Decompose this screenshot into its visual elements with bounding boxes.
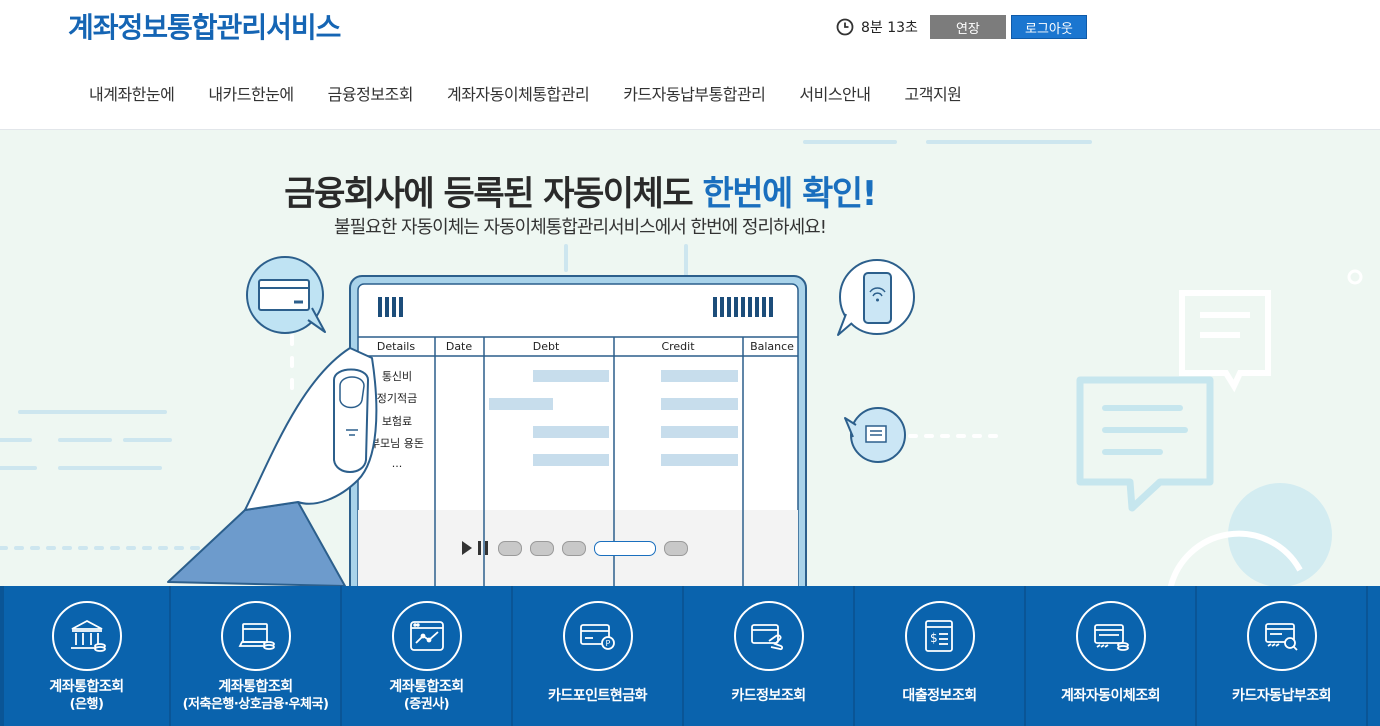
- session-panel: 8분 13초 연장 로그아웃: [836, 15, 1087, 39]
- quick-label: 카드정보조회: [731, 688, 806, 704]
- quick-label: 카드자동납부조회: [1231, 688, 1332, 704]
- quick-savings-bank-accounts[interactable]: 계좌통합조회 (저축은행·상호금융·우체국): [171, 586, 342, 726]
- table-header-debt: Debt: [533, 340, 560, 353]
- quick-label: 계좌통합조회 (증권사): [389, 679, 464, 712]
- table-row-label: 정기적금: [377, 392, 417, 405]
- table-row-label: 보험료: [382, 415, 412, 428]
- table-header-details: Details: [377, 340, 415, 353]
- loan-document-icon: $: [924, 620, 953, 652]
- quick-label: 계좌통합조회 (은행): [49, 679, 124, 712]
- nav-card-auto-payment[interactable]: 카드자동납부통합관리: [606, 80, 782, 110]
- quick-icon-circle: [1246, 601, 1317, 671]
- nav-customer-support[interactable]: 고객지원: [888, 80, 979, 110]
- clock-icon: [836, 18, 854, 36]
- brand-logo[interactable]: 계좌정보통합관리서비스: [68, 6, 341, 46]
- session-timer: 8분 13초: [861, 20, 918, 36]
- quick-icon-circle: [733, 601, 804, 671]
- pause-icon[interactable]: [478, 541, 488, 555]
- quick-label: 계좌자동이체조회: [1060, 688, 1161, 704]
- quick-label: 카드포인트현금화: [547, 688, 648, 704]
- extend-session-button[interactable]: 연장: [929, 15, 1006, 39]
- quick-label: 계좌통합조회 (저축은행·상호금융·우체국): [182, 679, 329, 712]
- table-header-credit: Credit: [661, 340, 695, 353]
- slider-controls: [462, 538, 696, 558]
- site-header: 계좌정보통합관리서비스 8분 13초 연장 로그아웃 내계좌한눈에 내카드한눈에…: [0, 0, 1380, 130]
- quick-card-auto-payment[interactable]: 카드자동납부조회: [1197, 586, 1368, 726]
- quick-label: 대출정보조회: [902, 688, 977, 704]
- quick-icon-circle: [391, 601, 462, 671]
- quick-card-point-cash[interactable]: P 카드포인트현금화: [513, 586, 684, 726]
- bank-icon: [70, 619, 106, 652]
- nav-service-guide[interactable]: 서비스안내: [782, 80, 887, 110]
- savings-bank-icon: [238, 623, 275, 650]
- hero-title: 금융회사에 등록된 자동이체도 한번에 확인!: [0, 166, 1160, 215]
- stock-chart-icon: [409, 621, 444, 651]
- hero-banner: Details Date Debt Credit Balance 통신비 정기적…: [0, 130, 1380, 586]
- table-row-label: 부모님 용돈: [370, 437, 424, 450]
- quick-icon-circle: [51, 601, 122, 671]
- quick-securities-accounts[interactable]: 계좌통합조회 (증권사): [342, 586, 513, 726]
- hero-title-main: 금융회사에 등록된 자동이체도: [284, 174, 703, 214]
- slide-indicator-3[interactable]: [562, 540, 586, 556]
- quick-menu: 계좌통합조회 (은행) 계좌통합조회 (저축은행·상호금융·우체국) 계좌통합조회(…: [0, 586, 1380, 726]
- nav-financial-info[interactable]: 금융정보조회: [311, 80, 430, 110]
- slide-indicator-2[interactable]: [530, 540, 554, 556]
- auto-transfer-icon: [1093, 624, 1129, 651]
- card-hand-icon: [750, 624, 783, 651]
- slide-indicator-4[interactable]: [594, 540, 656, 556]
- svg-text:P: P: [605, 639, 610, 648]
- logout-button[interactable]: 로그아웃: [1010, 15, 1087, 39]
- card-point-icon: P: [579, 624, 615, 650]
- svg-text:$: $: [930, 631, 938, 645]
- quick-icon-circle: [220, 601, 291, 671]
- quick-icon-circle: $: [904, 601, 975, 671]
- table-header-date: Date: [446, 340, 473, 353]
- hero-subtitle: 불필요한 자동이체는 자동이체통합관리서비스에서 한번에 정리하세요!: [334, 217, 827, 238]
- table-row-label: ...: [392, 457, 403, 470]
- table-row-label: 통신비: [382, 370, 412, 383]
- nav-account-auto-transfer[interactable]: 계좌자동이체통합관리: [430, 80, 606, 110]
- nav-my-accounts[interactable]: 내계좌한눈에: [72, 80, 191, 110]
- card-search-icon: [1264, 623, 1298, 651]
- table-header-balance: Balance: [750, 340, 794, 353]
- slide-indicator-1[interactable]: [498, 540, 522, 556]
- quick-card-info[interactable]: 카드정보조회: [684, 586, 855, 726]
- nav-my-cards[interactable]: 내카드한눈에: [191, 80, 310, 110]
- main-navigation: 내계좌한눈에 내카드한눈에 금융정보조회 계좌자동이체통합관리 카드자동납부통합…: [72, 80, 978, 110]
- hero-title-accent: 한번에 확인!: [702, 174, 877, 214]
- quick-icon-circle: P: [562, 601, 633, 671]
- slide-indicator-5[interactable]: [664, 540, 688, 556]
- play-icon[interactable]: [462, 541, 472, 555]
- quick-bank-accounts[interactable]: 계좌통합조회 (은행): [0, 586, 171, 726]
- quick-icon-circle: [1075, 601, 1146, 671]
- quick-loan-info[interactable]: $ 대출정보조회: [855, 586, 1026, 726]
- quick-account-auto-transfer[interactable]: 계좌자동이체조회: [1026, 586, 1197, 726]
